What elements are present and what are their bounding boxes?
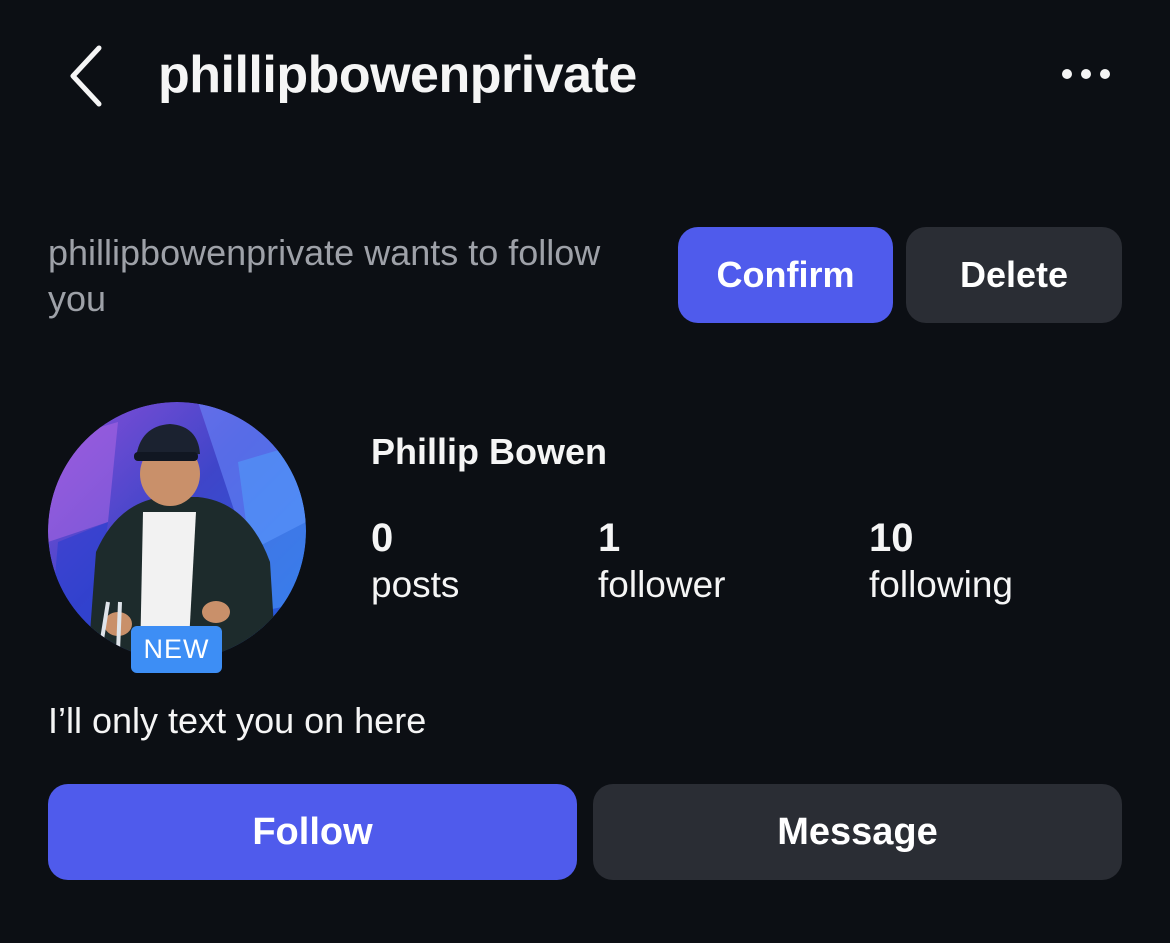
profile-page: phillipbowenprivate phillipbowenprivate …	[0, 0, 1170, 943]
follow-request-text: phillipbowenprivate wants to follow you	[48, 232, 601, 319]
more-horizontal-icon	[1062, 69, 1110, 79]
stat-count: 1	[598, 516, 621, 560]
stat-label: following	[869, 564, 1013, 605]
stat-followers[interactable]: 1 follower	[598, 516, 726, 610]
stat-posts[interactable]: 0 posts	[371, 516, 459, 610]
page-title: phillipbowenprivate	[158, 46, 637, 104]
more-options-button[interactable]	[1056, 56, 1116, 92]
display-name: Phillip Bowen	[371, 431, 608, 472]
stat-label: follower	[598, 564, 726, 605]
delete-button[interactable]: Delete	[906, 227, 1122, 323]
stat-count: 10	[869, 516, 914, 560]
avatar[interactable]	[48, 402, 306, 660]
profile-photo	[48, 402, 306, 660]
follow-button[interactable]: Follow	[48, 784, 577, 880]
new-badge: NEW	[131, 626, 222, 673]
stat-count: 0	[371, 516, 394, 560]
bio-text: I’ll only text you on here	[48, 700, 427, 741]
chevron-left-icon	[70, 45, 102, 107]
stat-following[interactable]: 10 following	[869, 516, 1013, 610]
confirm-button[interactable]: Confirm	[678, 227, 893, 323]
message-button[interactable]: Message	[593, 784, 1122, 880]
stat-label: posts	[371, 564, 460, 605]
back-button[interactable]	[60, 42, 110, 110]
